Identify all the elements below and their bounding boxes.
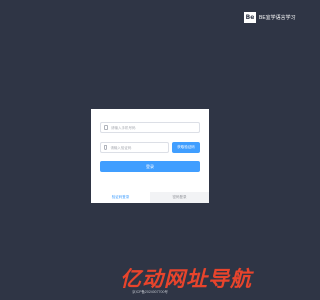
brand-logo: Be [244,12,256,23]
phone-input[interactable] [111,125,191,130]
phone-field[interactable] [100,122,200,133]
code-field[interactable] [100,142,169,153]
login-card: 获取验证码 登录 验证码登录 密码登录 [91,109,209,203]
login-page: Be BE宜学语言学习 获取验证码 登录 验证码登录 密码登录 亿动网址导航 京… [0,0,300,300]
code-input[interactable] [110,145,168,150]
tab-password-login[interactable]: 密码登录 [150,192,209,203]
shield-icon [104,145,108,150]
icp-record-link[interactable]: 京ICP备2024007700号 [0,290,300,295]
brand-name: BE宜学语言学习 [259,15,296,21]
tab-code-login[interactable]: 验证码登录 [91,192,150,203]
login-button[interactable]: 登录 [100,161,200,172]
send-code-button[interactable]: 获取验证码 [172,142,200,153]
watermark: 亿动网址导航 [120,267,252,291]
phone-icon [104,125,108,130]
login-tabs: 验证码登录 密码登录 [91,192,209,203]
brand[interactable]: Be BE宜学语言学习 [244,12,296,23]
